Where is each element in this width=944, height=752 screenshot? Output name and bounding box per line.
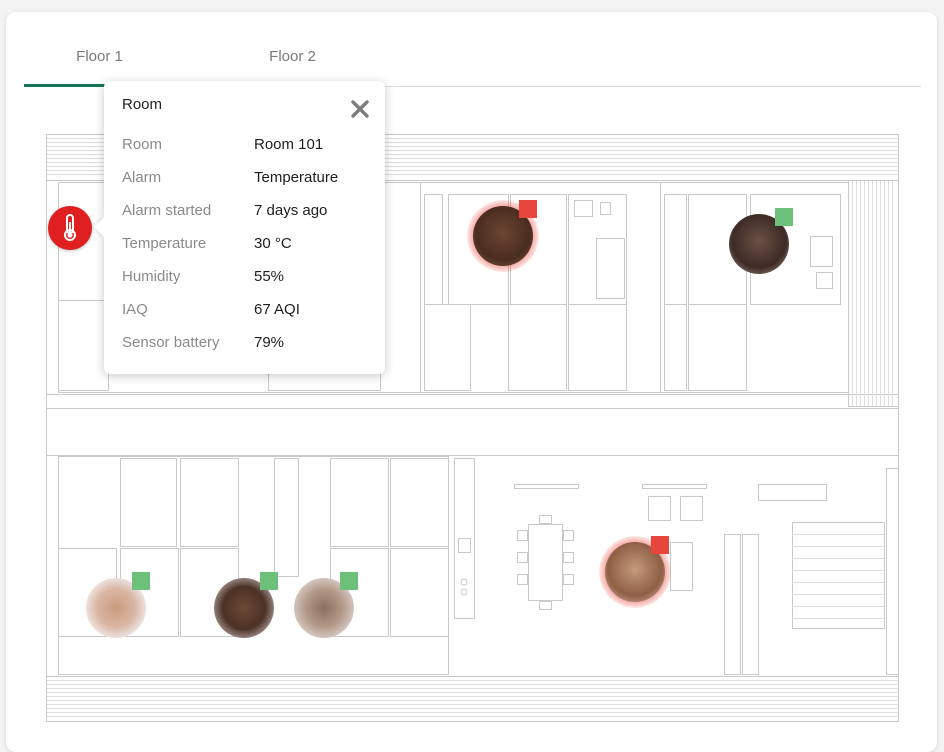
temperature-alarm-marker[interactable] [48, 206, 92, 250]
info-label: Room [122, 136, 163, 153]
info-row-room: Room Room 101 [122, 136, 372, 158]
occupant-avatar[interactable] [467, 200, 539, 272]
info-label: Alarm started [122, 202, 212, 219]
info-value: 79% [254, 334, 285, 351]
info-label: IAQ [122, 301, 148, 318]
info-label: Temperature [122, 235, 207, 252]
info-row-alarm-started: Alarm started 7 days ago [122, 202, 372, 224]
status-indicator [519, 200, 537, 218]
info-value: 67 AQI [254, 301, 300, 318]
status-indicator [775, 208, 793, 226]
info-value: 30 °C [254, 235, 292, 252]
occupant-avatar[interactable] [294, 572, 358, 638]
occupant-avatar[interactable] [729, 208, 793, 274]
occupant-avatar[interactable] [86, 572, 150, 638]
info-label: Alarm [122, 169, 162, 186]
popup-title: Room [122, 96, 163, 113]
room-info-popup: Room Room Room 101 Alarm Temperature Ala… [104, 81, 385, 374]
info-value: Room 101 [254, 136, 324, 153]
occupant-avatar[interactable] [214, 572, 278, 638]
info-row-temperature: Temperature 30 °C [122, 235, 372, 257]
info-row-sensor-battery: Sensor battery 79% [122, 334, 372, 356]
info-value: 55% [254, 268, 285, 285]
status-indicator [651, 536, 669, 554]
thermometer-icon [64, 214, 76, 241]
info-value: Temperature [254, 169, 339, 186]
info-row-humidity: Humidity 55% [122, 268, 372, 290]
info-label: Sensor battery [122, 334, 220, 351]
status-indicator [340, 572, 358, 590]
info-label: Humidity [122, 268, 181, 285]
status-indicator [260, 572, 278, 590]
status-indicator [132, 572, 150, 590]
close-icon[interactable] [350, 99, 370, 119]
info-row-alarm: Alarm Temperature [122, 169, 372, 191]
occupant-avatar[interactable] [599, 536, 671, 608]
info-row-iaq: IAQ 67 AQI [122, 301, 372, 323]
info-value: 7 days ago [254, 202, 328, 219]
